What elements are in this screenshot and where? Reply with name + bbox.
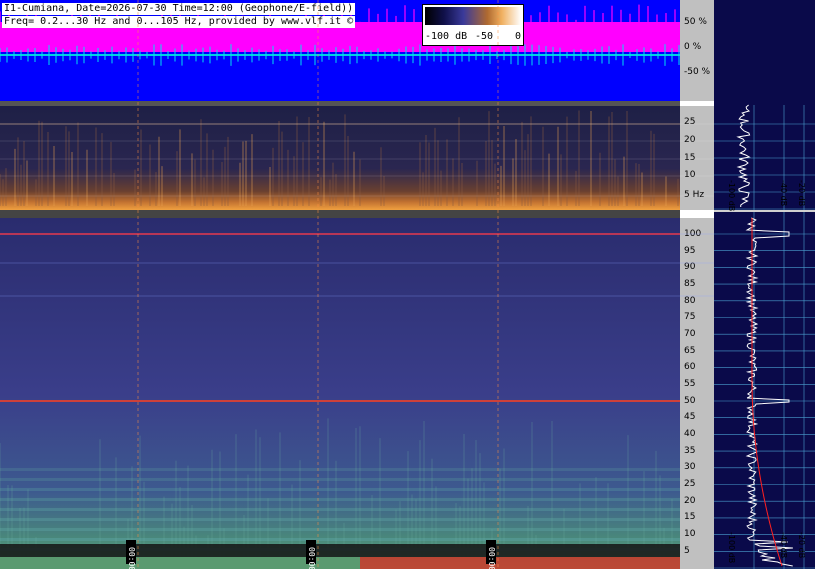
spectrum-plots: [714, 104, 815, 569]
spec-low-xlabel-1: -100 dB: [727, 180, 736, 212]
time-marker-1: 00:00: [126, 540, 136, 569]
spec-high-xlabel-3: -20 dB: [797, 532, 806, 559]
spec-low-xlabel-3: -20 dB: [797, 180, 806, 207]
spec-high-xlabel-2: -40 dB: [779, 532, 788, 559]
grid-overlay: [0, 0, 715, 569]
spectrum-high-average: [751, 218, 783, 567]
time-marker-2: 00:00: [306, 540, 316, 569]
vlf-monitor-display: 50 % 0 % -50 % I1-Cumiana, Date=2026-07-…: [0, 0, 815, 569]
spectrum-column: -100 dB -40 dB -20 dB -100 dB -40 dB -20…: [714, 0, 815, 569]
spec-high-xlabel-1: -100 dB: [727, 532, 736, 564]
spec-low-xlabel-2: -40 dB: [779, 180, 788, 207]
time-marker-3: 00:00: [486, 540, 496, 569]
